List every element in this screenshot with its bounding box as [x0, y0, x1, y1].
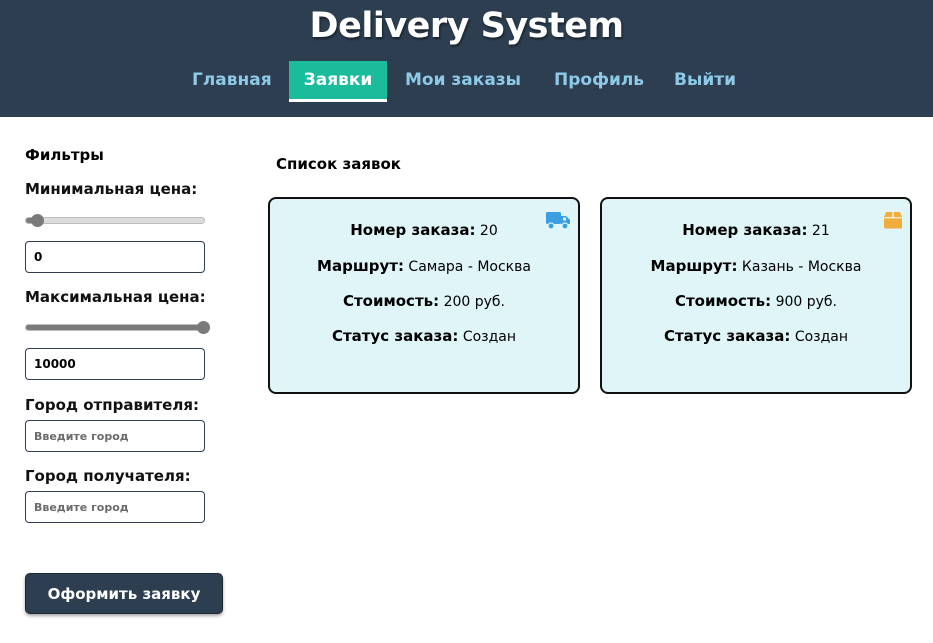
- nav-item-home[interactable]: Главная: [192, 61, 272, 99]
- nav-item-profile[interactable]: Профиль: [554, 61, 644, 99]
- order-route-value: Казань - Москва: [741, 259, 862, 275]
- min-price-label: Минимальная цена:: [25, 180, 198, 198]
- order-route-label: Маршрут:: [650, 257, 738, 275]
- order-status-value: Создан: [462, 329, 517, 345]
- list-title: Список заявок: [276, 155, 401, 173]
- nav-item-my-orders[interactable]: Мои заказы: [405, 61, 521, 99]
- app-title: Delivery System: [309, 6, 624, 46]
- order-route-value: Самара - Москва: [408, 259, 531, 275]
- order-cost-row: Стоимость: 900 руб.: [602, 292, 910, 310]
- sender-city-input[interactable]: [25, 420, 205, 452]
- order-cost-value: 200 руб.: [443, 294, 506, 310]
- app-header: Delivery System Главная Заявки Мои заказ…: [0, 0, 933, 117]
- order-cost-label: Стоимость:: [674, 292, 772, 310]
- recipient-city-label: Город получателя:: [25, 467, 191, 485]
- order-status-row: Статус заказа: Создан: [270, 327, 578, 345]
- recipient-city-input[interactable]: [25, 491, 205, 523]
- create-request-button[interactable]: Оформить заявку: [25, 573, 223, 614]
- order-cost-row: Стоимость: 200 руб.: [270, 292, 578, 310]
- order-route-row: Маршрут: Казань - Москва: [602, 257, 910, 275]
- nav-item-requests[interactable]: Заявки: [289, 61, 387, 102]
- min-price-slider-thumb[interactable]: [31, 214, 44, 227]
- min-price-slider[interactable]: [25, 214, 205, 227]
- order-card[interactable]: Номер заказа: 20 Маршрут: Самара - Москв…: [268, 197, 580, 394]
- order-number-value: 21: [811, 223, 830, 239]
- order-cost-value: 900 руб.: [775, 294, 838, 310]
- filters-title: Фильтры: [25, 146, 104, 164]
- sender-city-label: Город отправителя:: [25, 396, 199, 414]
- order-number-row: Номер заказа: 21: [602, 221, 910, 239]
- order-cost-label: Стоимость:: [342, 292, 440, 310]
- order-route-label: Маршрут:: [317, 257, 404, 275]
- max-price-input[interactable]: [25, 348, 205, 380]
- order-route-row: Маршрут: Самара - Москва: [270, 257, 578, 275]
- min-price-input[interactable]: [25, 241, 205, 273]
- order-number-value: 20: [479, 223, 498, 239]
- order-status-label: Статус заказа:: [663, 327, 791, 345]
- order-status-row: Статус заказа: Создан: [602, 327, 910, 345]
- max-price-slider-thumb[interactable]: [197, 321, 210, 334]
- order-status-label: Статус заказа:: [331, 327, 459, 345]
- max-price-slider[interactable]: [25, 321, 210, 334]
- order-number-label: Номер заказа:: [350, 221, 476, 239]
- order-status-value: Создан: [794, 329, 849, 345]
- max-price-slider-fill: [26, 325, 204, 330]
- order-number-row: Номер заказа: 20: [270, 221, 578, 239]
- order-number-label: Номер заказа:: [682, 221, 808, 239]
- order-card[interactable]: Номер заказа: 21 Маршрут: Казань - Москв…: [600, 197, 912, 394]
- max-price-label: Максимальная цена:: [25, 288, 206, 306]
- nav-item-logout[interactable]: Выйти: [674, 61, 736, 99]
- main-nav: Главная Заявки Мои заказы Профиль Выйти: [0, 61, 933, 102]
